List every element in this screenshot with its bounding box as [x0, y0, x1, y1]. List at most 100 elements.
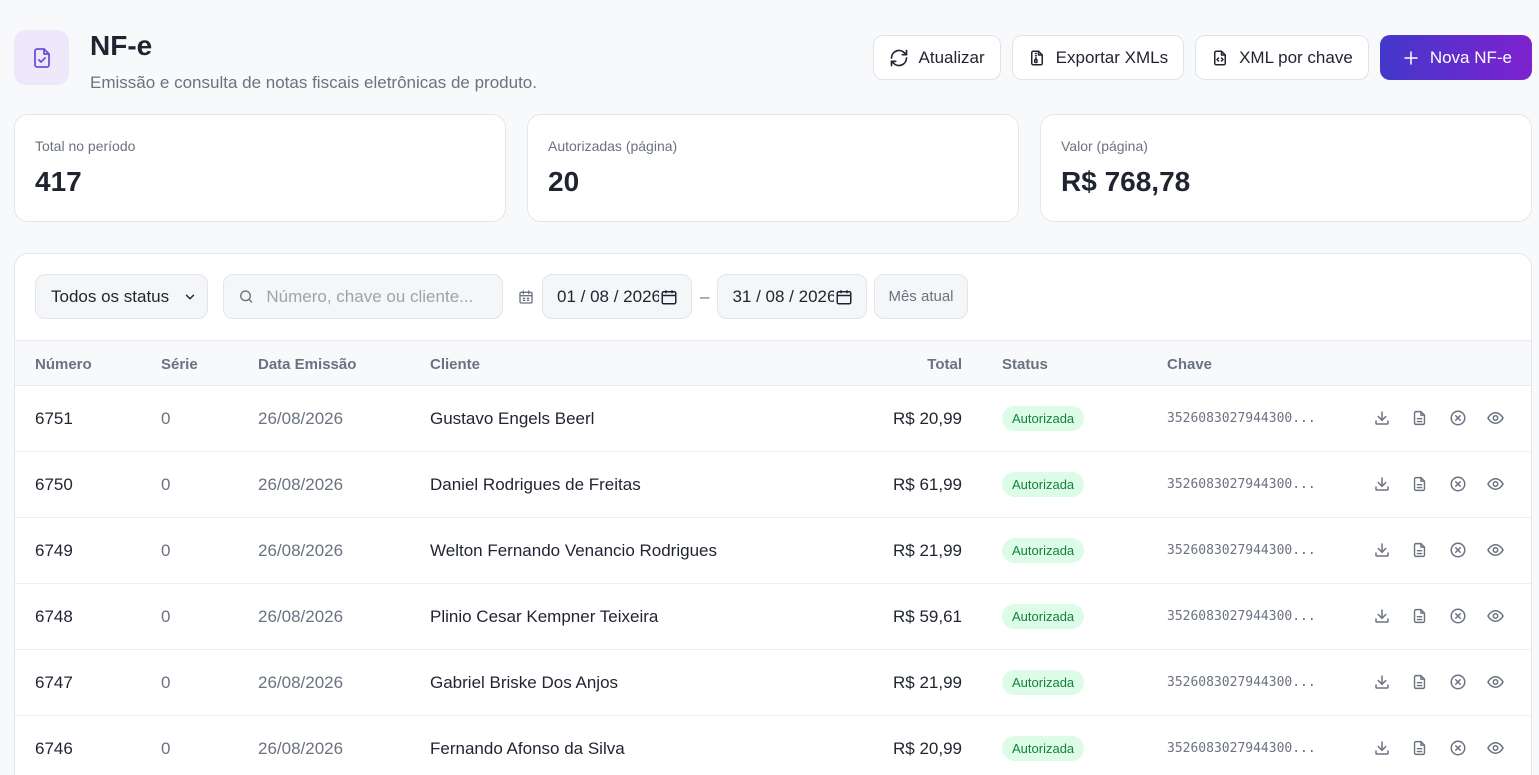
status-badge: Autorizada	[1002, 604, 1085, 629]
cell-chave: 3526083027944300...	[1167, 477, 1316, 492]
status-filter-select[interactable]: Todos os status	[35, 274, 208, 319]
eye-icon[interactable]	[1486, 738, 1505, 757]
date-to-value: 31 / 08 / 2026	[732, 286, 835, 306]
cell-chave: 3526083027944300...	[1167, 675, 1316, 690]
row-actions	[1372, 408, 1505, 427]
eye-icon[interactable]	[1486, 606, 1505, 625]
date-separator: –	[700, 286, 710, 306]
download-icon[interactable]	[1372, 540, 1391, 559]
file-code-icon	[1214, 50, 1227, 65]
xml-by-key-label: XML por chave	[1239, 47, 1353, 67]
table-row[interactable]: 6749 0 26/08/2026 Welton Fernando Venanc…	[15, 518, 1531, 584]
table-row[interactable]: 6747 0 26/08/2026 Gabriel Briske Dos Anj…	[15, 650, 1531, 716]
header-actions: Atualizar Exportar XMLs XML por chave No…	[872, 35, 1532, 80]
cell-numero: 6749	[35, 541, 73, 560]
column-numero[interactable]: Número	[35, 356, 92, 373]
eye-icon[interactable]	[1486, 474, 1505, 493]
cell-data: 26/08/2026	[258, 541, 344, 560]
column-total[interactable]: Total	[927, 356, 962, 373]
table-row[interactable]: 6751 0 26/08/2026 Gustavo Engels Beerl R…	[15, 386, 1531, 452]
date-from-input[interactable]: 01 / 08 / 2026	[542, 274, 692, 319]
download-icon[interactable]	[1372, 606, 1391, 625]
cell-cliente: Fernando Afonso da Silva	[430, 739, 625, 758]
date-to-input[interactable]: 31 / 08 / 2026	[717, 274, 868, 319]
download-icon[interactable]	[1372, 408, 1391, 427]
cell-numero: 6748	[35, 607, 73, 626]
cell-data: 26/08/2026	[258, 739, 344, 758]
date-from-value: 01 / 08 / 2026	[557, 286, 659, 306]
new-nfe-button[interactable]: Nova NF-e	[1379, 35, 1532, 80]
file-text-icon[interactable]	[1410, 540, 1429, 559]
stats-row: Total no período 417 Autorizadas (página…	[14, 114, 1532, 222]
file-text-icon[interactable]	[1410, 672, 1429, 691]
refresh-icon	[890, 49, 907, 66]
table-row[interactable]: 6746 0 26/08/2026 Fernando Afonso da Sil…	[15, 716, 1531, 775]
stat-authorized: Autorizadas (página) 20	[527, 114, 1019, 222]
cell-cliente: Welton Fernando Venancio Rodrigues	[430, 541, 717, 560]
cancel-circle-icon[interactable]	[1448, 672, 1467, 691]
table-row[interactable]: 6750 0 26/08/2026 Daniel Rodrigues de Fr…	[15, 452, 1531, 518]
file-text-icon[interactable]	[1410, 738, 1429, 757]
export-xmls-button[interactable]: Exportar XMLs	[1011, 35, 1185, 80]
search-input[interactable]	[266, 286, 488, 307]
plus-icon	[1404, 50, 1418, 65]
eye-icon[interactable]	[1486, 672, 1505, 691]
status-badge: Autorizada	[1002, 538, 1085, 563]
row-actions	[1372, 474, 1505, 493]
calendar-picker-icon[interactable]	[660, 288, 678, 306]
download-icon[interactable]	[1372, 474, 1391, 493]
column-data[interactable]: Data Emissão	[258, 356, 356, 373]
cell-numero: 6750	[35, 475, 73, 494]
cancel-circle-icon[interactable]	[1448, 606, 1467, 625]
cell-numero: 6747	[35, 673, 73, 692]
row-actions	[1372, 672, 1505, 691]
refresh-button-label: Atualizar	[918, 47, 985, 67]
file-text-icon[interactable]	[1410, 408, 1429, 427]
cancel-circle-icon[interactable]	[1448, 474, 1467, 493]
status-badge: Autorizada	[1002, 472, 1085, 497]
column-serie[interactable]: Série	[161, 356, 198, 373]
page-subtitle: Emissão e consulta de notas fiscais elet…	[90, 73, 537, 92]
download-icon[interactable]	[1372, 672, 1391, 691]
cell-serie: 0	[161, 673, 171, 692]
column-cliente[interactable]: Cliente	[430, 356, 480, 373]
cell-numero: 6751	[35, 409, 73, 428]
table-header: Número Série Data Emissão Cliente Total …	[15, 340, 1531, 386]
row-actions	[1372, 606, 1505, 625]
cell-serie: 0	[161, 409, 171, 428]
cancel-circle-icon[interactable]	[1448, 408, 1467, 427]
eye-icon[interactable]	[1486, 408, 1505, 427]
row-actions	[1372, 738, 1505, 757]
cell-data: 26/08/2026	[258, 409, 344, 428]
column-chave[interactable]: Chave	[1167, 356, 1212, 373]
cancel-circle-icon[interactable]	[1448, 738, 1467, 757]
status-badge: Autorizada	[1002, 670, 1085, 695]
current-month-button[interactable]: Mês atual	[874, 274, 968, 319]
cell-serie: 0	[161, 607, 171, 626]
cell-data: 26/08/2026	[258, 607, 344, 626]
table-row[interactable]: 6748 0 26/08/2026 Plinio Cesar Kempner T…	[15, 584, 1531, 650]
cancel-circle-icon[interactable]	[1448, 540, 1467, 559]
cell-total: R$ 59,61	[893, 607, 962, 626]
page-title: NF-e	[90, 30, 153, 61]
xml-by-key-button[interactable]: XML por chave	[1195, 35, 1369, 80]
download-icon[interactable]	[1372, 738, 1391, 757]
search-icon	[240, 290, 253, 303]
cell-chave: 3526083027944300...	[1167, 741, 1316, 756]
refresh-button[interactable]: Atualizar	[872, 35, 1001, 80]
eye-icon[interactable]	[1486, 540, 1505, 559]
cell-chave: 3526083027944300...	[1167, 543, 1316, 558]
cell-serie: 0	[161, 541, 171, 560]
calendar-icon	[518, 289, 534, 305]
filters-bar: Todos os status 01 / 08 / 2026 – 31 / 08…	[35, 274, 968, 319]
cell-total: R$ 21,99	[893, 673, 962, 692]
file-archive-icon	[1030, 50, 1043, 65]
cell-total: R$ 61,99	[893, 475, 962, 494]
file-text-icon[interactable]	[1410, 606, 1429, 625]
cell-data: 26/08/2026	[258, 475, 344, 494]
column-status[interactable]: Status	[1002, 356, 1048, 373]
row-actions	[1372, 540, 1505, 559]
calendar-picker-icon[interactable]	[835, 288, 853, 306]
file-text-icon[interactable]	[1410, 474, 1429, 493]
new-nfe-label: Nova NF-e	[1429, 47, 1512, 67]
